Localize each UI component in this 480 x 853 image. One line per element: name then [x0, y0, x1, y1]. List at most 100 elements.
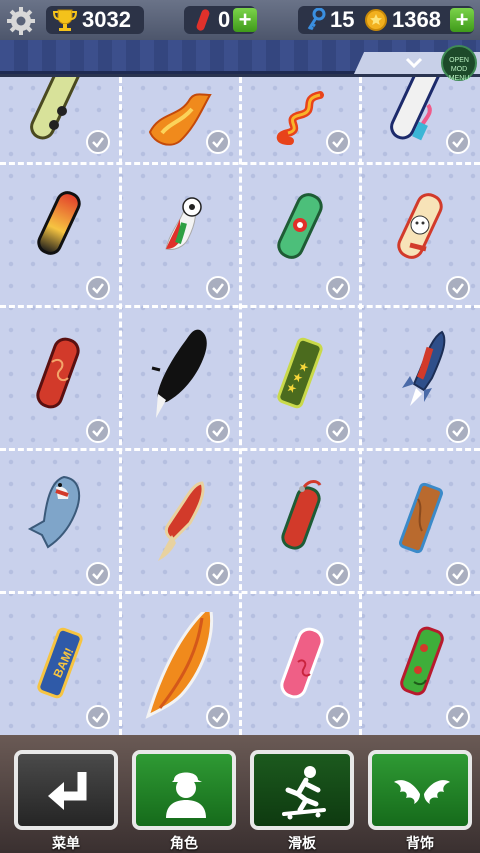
skateboard-slot-fish[interactable] — [120, 451, 240, 594]
add-boards-button[interactable]: + — [233, 8, 257, 32]
settings-button[interactable] — [6, 6, 36, 36]
check-icon — [332, 137, 344, 148]
shark-board-icon — [27, 475, 81, 549]
owned-check — [86, 130, 110, 154]
fish-board-icon — [158, 481, 205, 561]
swirl-board-icon — [36, 337, 80, 409]
soccer-board-icon — [165, 197, 202, 250]
owned-check — [86, 276, 110, 300]
skateboard-slot-shark[interactable] — [0, 451, 120, 594]
bottom-nav: 菜单 角色 滑板 背饰 — [0, 735, 480, 853]
skateboard-slot-stars[interactable]: ★ ★ ★ — [240, 308, 360, 451]
check-icon — [212, 137, 224, 148]
character-label: 角色 — [170, 835, 198, 851]
skateboard-slot-shadow[interactable] — [120, 308, 240, 451]
menu-label: 菜单 — [52, 835, 80, 851]
check-icon — [92, 137, 104, 148]
trophy-counter: 3032 — [46, 6, 144, 34]
owned-check — [206, 419, 230, 443]
trophy-count: 3032 — [82, 7, 131, 32]
key-count: 15 — [330, 7, 355, 32]
key-icon — [307, 8, 326, 31]
currency-counter: 15 1368 — [298, 6, 474, 34]
owned-check — [326, 276, 350, 300]
boards-counter: 0 + — [184, 6, 257, 34]
check-icon — [332, 569, 344, 580]
bam-board-icon: BAM! — [37, 627, 83, 699]
check-icon — [212, 283, 224, 294]
skateboard-slot-cat[interactable] — [360, 165, 480, 308]
owned-check — [206, 276, 230, 300]
owned-check — [206, 130, 230, 154]
monster-board-icon — [400, 626, 444, 696]
cat-board-icon — [397, 193, 443, 259]
owned-check — [326, 562, 350, 586]
surf-board-icon — [145, 612, 214, 719]
skateboard-slot-firework[interactable] — [240, 451, 360, 594]
owned-check — [206, 705, 230, 729]
check-icon — [452, 283, 464, 294]
top-hud: 3032 0 + 15 1368 + — [0, 0, 480, 40]
skateboard-slot-sunset[interactable] — [0, 165, 120, 308]
trophy-icon — [52, 9, 78, 31]
character-button[interactable] — [132, 750, 236, 830]
skateboard-slot-surf[interactable] — [120, 594, 240, 735]
menu-button[interactable] — [14, 750, 118, 830]
skateboard-slot-pink[interactable] — [240, 594, 360, 735]
owned-check — [326, 419, 350, 443]
check-icon — [92, 283, 104, 294]
return-arrow-icon — [48, 772, 87, 810]
gear-icon — [7, 7, 35, 35]
skateboard-slot-swirl[interactable] — [0, 308, 120, 451]
skateboard-slot-rocket[interactable] — [360, 308, 480, 451]
add-currency-button[interactable]: + — [450, 8, 474, 32]
owned-check — [86, 705, 110, 729]
skateboard-slot-dragon[interactable] — [240, 77, 360, 162]
skateboard-slot-bam[interactable]: BAM! — [0, 594, 120, 735]
owned-check — [446, 705, 470, 729]
check-icon — [452, 569, 464, 580]
check-icon — [452, 426, 464, 437]
coin-icon — [365, 9, 387, 31]
skateboard-slot-flame[interactable] — [120, 77, 240, 162]
skateboard-label: 滑板 — [288, 835, 316, 851]
mod-menu-button[interactable]: OPEN MOD MENU — [441, 45, 477, 82]
accessory-label: 背饰 — [406, 835, 434, 851]
skateboard-slot-flamingo[interactable] — [360, 77, 480, 162]
owned-check — [326, 130, 350, 154]
check-icon — [332, 712, 344, 723]
coin-count: 1368 — [392, 7, 441, 32]
check-icon — [212, 569, 224, 580]
skateboard-slot-soccer[interactable] — [120, 165, 240, 308]
owned-check — [86, 562, 110, 586]
check-icon — [92, 569, 104, 580]
check-icon — [212, 712, 224, 723]
accessory-button[interactable] — [368, 750, 472, 830]
check-icon — [92, 712, 104, 723]
skateboard-slot-wood[interactable] — [360, 451, 480, 594]
owned-check — [446, 276, 470, 300]
owned-check — [326, 705, 350, 729]
mod-menu-line1: OPEN — [449, 57, 469, 64]
skater-icon — [282, 766, 326, 820]
owned-check — [86, 419, 110, 443]
check-icon — [332, 283, 344, 294]
skateboard-button[interactable] — [250, 750, 354, 830]
skateboard-grid: ★ ★ ★ BAM! — [0, 77, 480, 735]
skateboard-slot-flower[interactable] — [240, 165, 360, 308]
stars-board-icon: ★ ★ ★ — [277, 337, 323, 409]
character-icon — [166, 772, 206, 818]
shadow-board-icon — [151, 329, 207, 418]
skateboard-slot-panda[interactable] — [0, 77, 120, 162]
boards-count: 0 — [218, 7, 231, 32]
chevron-down-icon — [405, 57, 423, 69]
pink-board-icon — [280, 627, 324, 699]
flower-board-icon — [277, 193, 323, 259]
owned-check — [206, 562, 230, 586]
skateboard-slot-monster[interactable] — [360, 594, 480, 735]
check-icon — [212, 426, 224, 437]
owned-check — [446, 130, 470, 154]
rocket-board-icon — [402, 330, 446, 406]
skateboard-icon — [196, 9, 210, 31]
owned-check — [446, 562, 470, 586]
